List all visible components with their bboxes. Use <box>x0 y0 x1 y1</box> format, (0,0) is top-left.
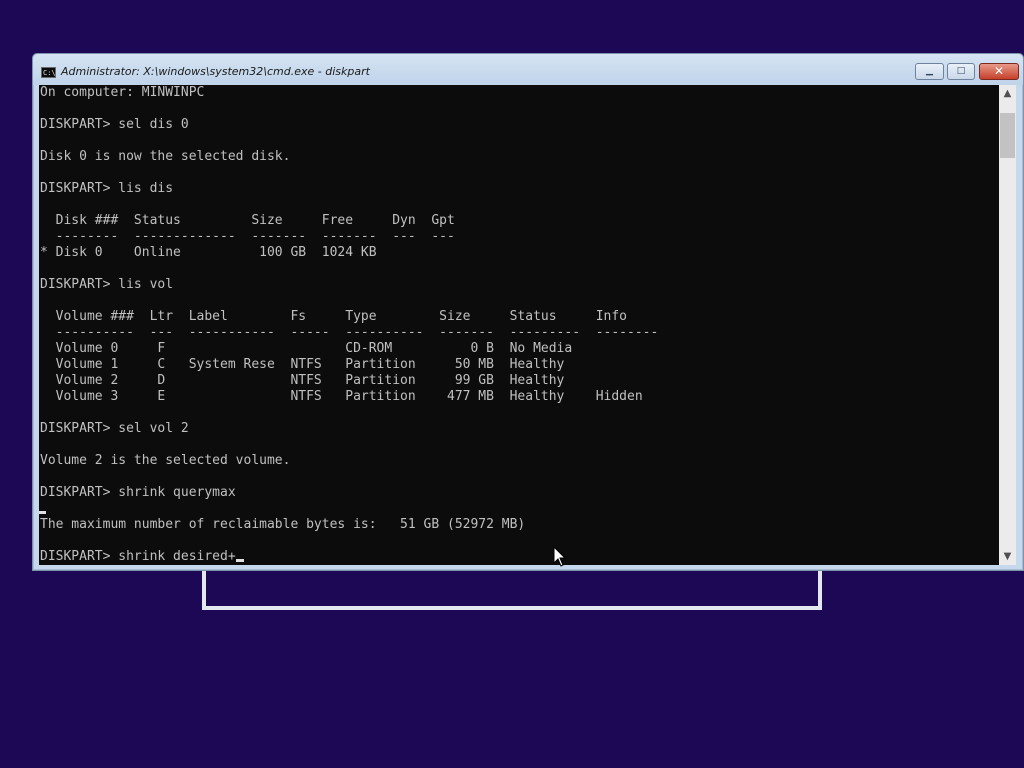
console-lines: On computer: MINWINPC DISKPART> sel dis … <box>39 85 999 565</box>
console-line: Volume 1 C System Rese NTFS Partition 50… <box>40 357 565 372</box>
text-caret <box>235 559 244 562</box>
scroll-thumb[interactable] <box>1000 113 1015 158</box>
scroll-down-arrow-icon[interactable]: ▼ <box>999 548 1016 565</box>
console-line: DISKPART> sel vol 2 <box>40 421 189 436</box>
window-title: Administrator: X:\windows\system32\cmd.e… <box>61 65 370 78</box>
previous-cursor-mark <box>39 511 46 514</box>
console-line: DISKPART> sel dis 0 <box>40 117 189 132</box>
console-line: Disk ### Status Size Free Dyn Gpt <box>40 213 455 228</box>
console-input-line[interactable]: DISKPART> shrink desired+ <box>39 549 999 565</box>
cmd-window[interactable]: C:\ Administrator: X:\windows\system32\c… <box>32 53 1024 571</box>
console-line: DISKPART> lis vol <box>40 277 174 292</box>
console-line: The maximum number of reclaimable bytes … <box>40 517 526 532</box>
console-line: Volume 2 D NTFS Partition 99 GB Healthy <box>40 373 565 388</box>
console-line: Volume 2 is the selected volume. <box>40 453 291 468</box>
scroll-up-arrow-icon[interactable]: ▲ <box>999 85 1016 102</box>
console-line: -------- ------------- ------- ------- -… <box>40 229 455 244</box>
console-line: ---------- --- ----------- ----- -------… <box>40 325 659 340</box>
maximize-icon: □ <box>956 66 966 76</box>
minimize-icon: ▁ <box>926 66 933 76</box>
console-line: DISKPART> shrink querymax <box>40 485 236 500</box>
console-line: DISKPART> lis dis <box>40 181 174 196</box>
close-icon: ✕ <box>993 64 1005 78</box>
console-line: * Disk 0 Online 100 GB 1024 KB <box>40 245 377 260</box>
title-bar[interactable]: C:\ Administrator: X:\windows\system32\c… <box>33 54 1023 85</box>
console-output[interactable]: On computer: MINWINPC DISKPART> sel dis … <box>39 85 999 565</box>
mouse-pointer-icon <box>553 546 567 567</box>
vertical-scrollbar[interactable]: ▲ ▼ <box>999 85 1016 565</box>
console-line: Volume 0 F CD-ROM 0 B No Media <box>40 341 573 356</box>
current-command: DISKPART> shrink desired+ <box>40 549 236 564</box>
console-line: Disk 0 is now the selected disk. <box>40 149 291 164</box>
cmd-icon: C:\ <box>41 67 56 78</box>
console-line: On computer: MINWINPC <box>40 85 205 100</box>
console-line: Volume 3 E NTFS Partition 477 MB Healthy… <box>40 389 643 404</box>
console-line: Volume ### Ltr Label Fs Type Size Status… <box>40 309 627 324</box>
maximize-button[interactable]: □ <box>947 63 975 80</box>
desktop: C:\ Administrator: X:\windows\system32\c… <box>0 0 1024 768</box>
close-button[interactable]: ✕ <box>979 63 1019 80</box>
minimize-button[interactable]: ▁ <box>915 63 944 80</box>
